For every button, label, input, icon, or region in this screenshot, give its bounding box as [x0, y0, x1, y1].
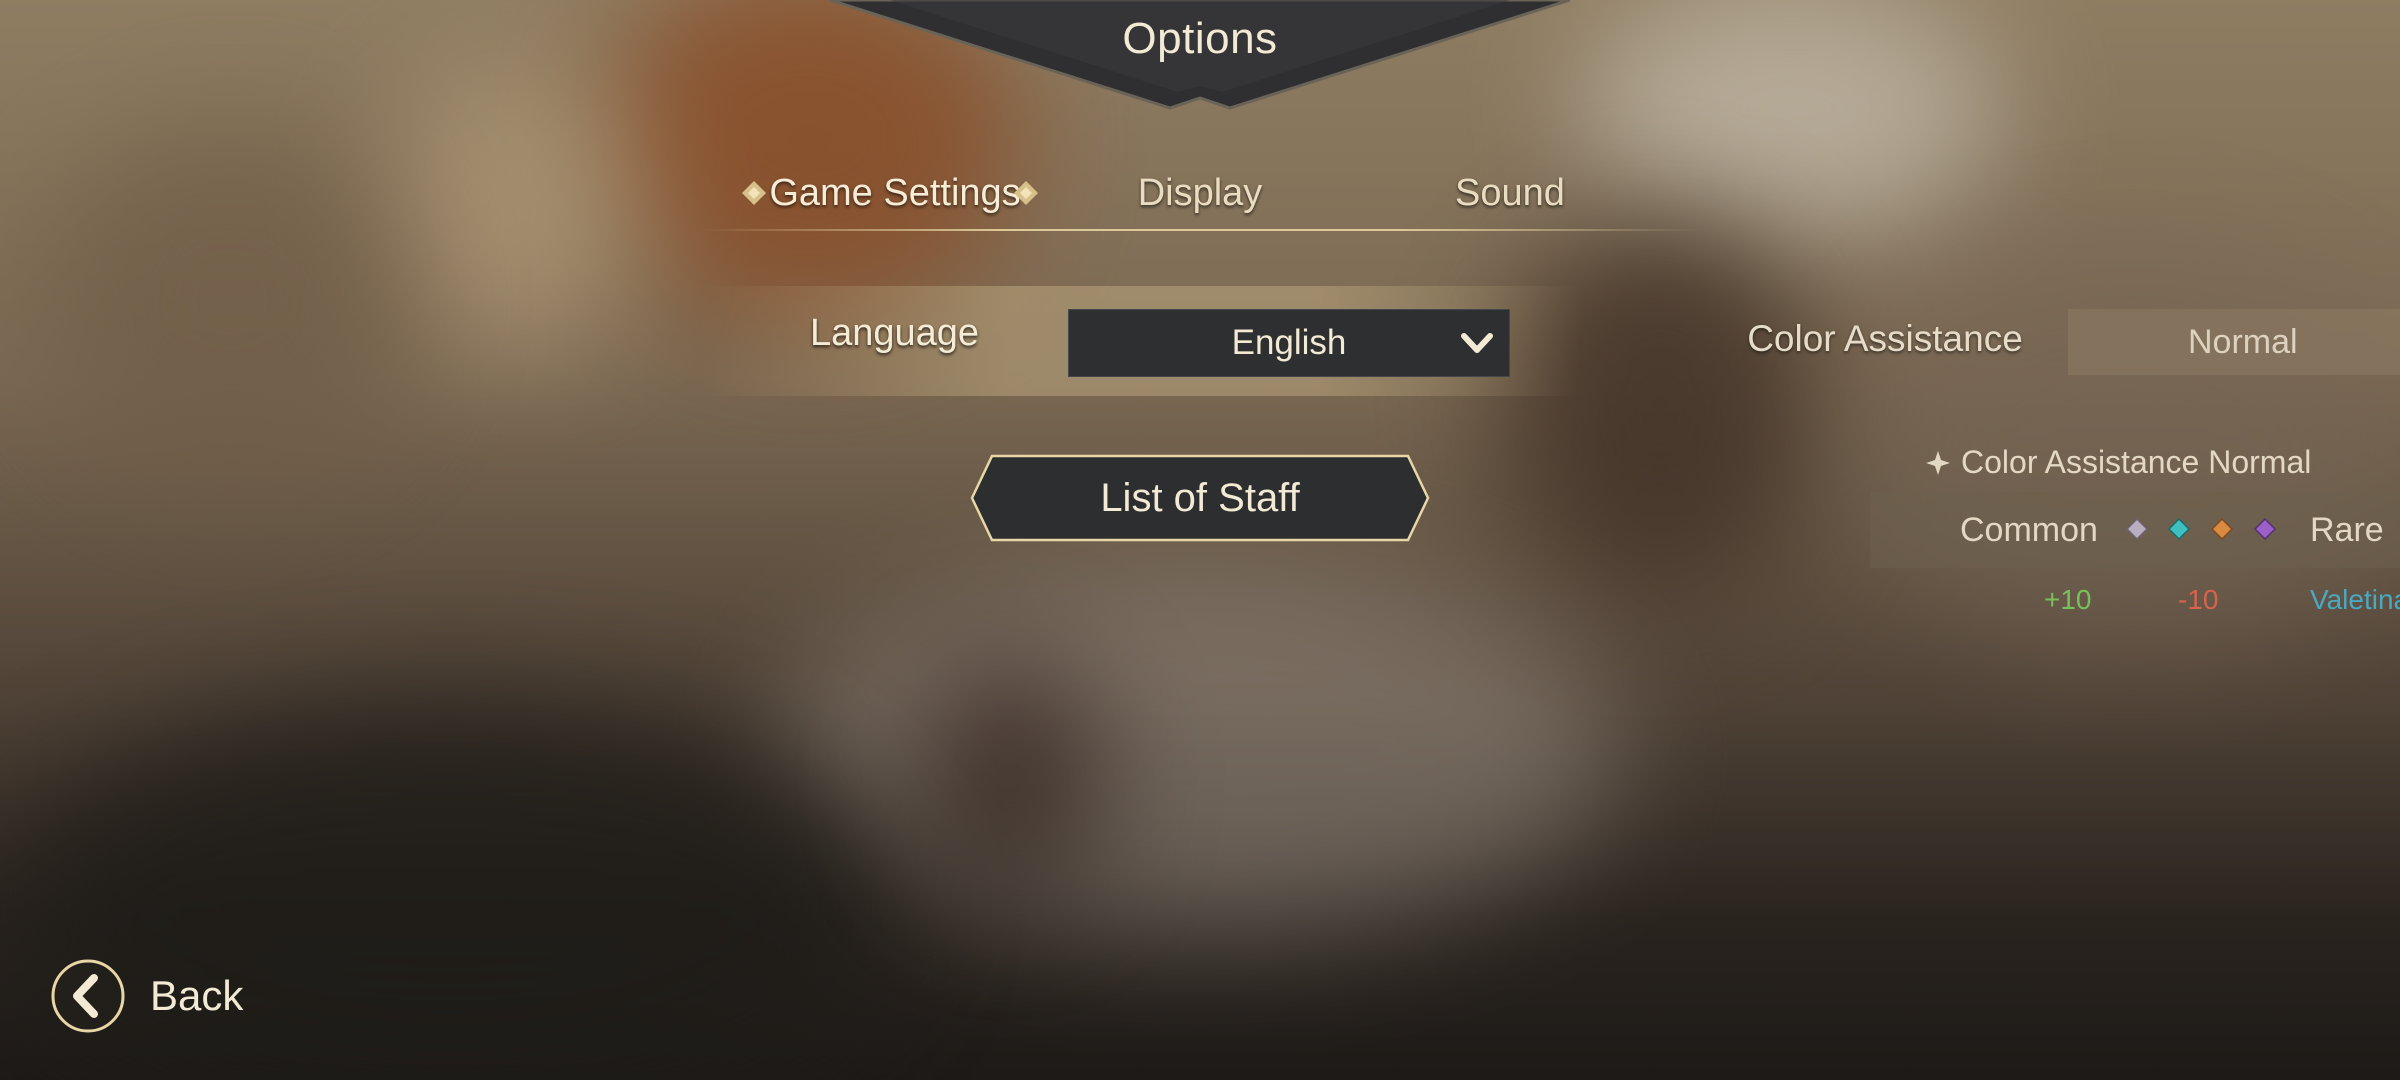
color-assistance-value: Normal — [2188, 323, 2298, 361]
rarity-common-label: Common — [1960, 511, 2098, 549]
color-assistance-preview-title: Color Assistance Normal — [1925, 440, 2311, 484]
back-label: Back — [150, 972, 244, 1019]
preview-title-text: Color Assistance Normal — [1961, 444, 2312, 480]
chevron-down-icon — [1461, 333, 1493, 353]
language-value: English — [1231, 323, 1347, 362]
options-header-banner: Options — [830, 0, 1570, 115]
tab-sound[interactable]: Sound — [1410, 165, 1610, 221]
gem-grey-icon — [2126, 518, 2148, 540]
sample-positive-value: +10 — [2044, 584, 2092, 615]
gem-orange-icon — [2211, 518, 2233, 540]
tab-game-settings[interactable]: Game Settings — [740, 165, 1050, 221]
settings-tabs: Game Settings Display Sound — [0, 165, 2400, 225]
tab-display[interactable]: Display — [1110, 165, 1290, 221]
gem-purple-icon — [2254, 518, 2276, 540]
language-label: Language — [810, 312, 980, 354]
back-arrow-icon — [51, 959, 125, 1033]
color-assistance-dropdown[interactable]: Normal — [2068, 309, 2400, 375]
page-title: Options — [1122, 14, 1278, 63]
sparkle-icon — [1926, 451, 1950, 475]
rarity-rare-label: Rare — [2310, 511, 2384, 549]
list-of-staff-button[interactable]: List of Staff — [970, 454, 1430, 542]
list-of-staff-label: List of Staff — [1100, 476, 1300, 520]
gem-cyan-icon — [2168, 518, 2190, 540]
color-assistance-label: Color Assistance — [1747, 318, 2023, 359]
language-dropdown[interactable]: English — [1068, 309, 1510, 377]
tab-arrow-right-icon — [1014, 181, 1038, 205]
sample-negative-value: -10 — [2178, 584, 2219, 615]
tab-underline — [700, 229, 1700, 231]
sample-name-text: Valetina — [2310, 584, 2400, 615]
